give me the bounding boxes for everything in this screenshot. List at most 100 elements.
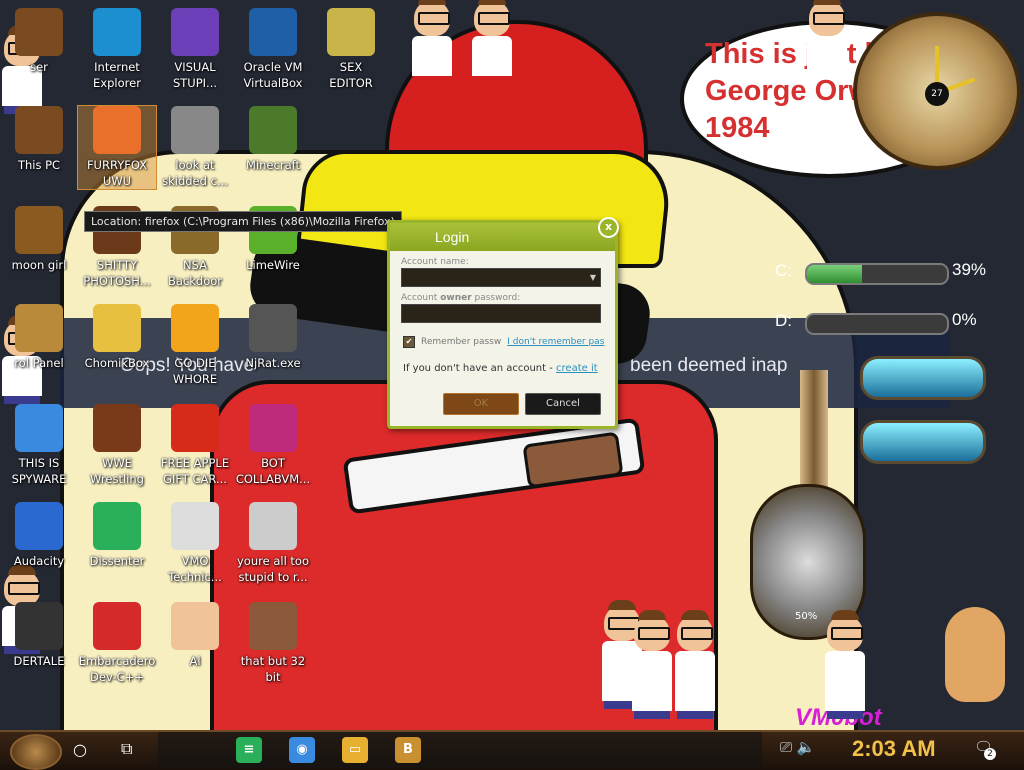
network-icon[interactable]: ⎚ (780, 738, 792, 756)
pipe-glass-bottom (860, 420, 986, 464)
desktop-icon-label: rol Panel (14, 356, 64, 370)
login-title: Login (435, 229, 470, 245)
gauge-percent: 50% (795, 611, 818, 622)
desktop-icon[interactable]: THIS IS SPYWARE (0, 404, 78, 487)
character-decoration (805, 0, 849, 80)
chrome-icon (15, 404, 63, 452)
portrait-icon (249, 502, 297, 550)
desktop-icon[interactable]: Al (156, 602, 234, 669)
search-icon[interactable]: ○ (73, 740, 87, 759)
cancel-button[interactable]: Cancel (525, 393, 601, 415)
painting-icon (249, 602, 297, 650)
desktop-icon-label: FURRYFOX UWU (86, 158, 148, 188)
notification-icon[interactable]: 🗨 2 (974, 738, 996, 760)
desktop-icon-label: DERTALE (13, 654, 65, 668)
user-folder-icon (15, 8, 63, 56)
desktop-icon[interactable]: Minecraft (234, 106, 312, 173)
forgot-password-link[interactable]: I don't remember pas (507, 337, 604, 347)
chomikbox-icon (93, 304, 141, 352)
desktop-icon-label: NjRat.exe (245, 356, 301, 370)
pipe-glass-top (860, 356, 986, 400)
edge-icon (93, 8, 141, 56)
start-button[interactable] (10, 734, 62, 770)
chomikbox-taskbar-icon[interactable]: B (395, 737, 421, 763)
disk-c-meter: C: 39% (765, 257, 1010, 287)
desktop-icon[interactable]: moon girl (0, 206, 78, 273)
disk-c-label: C: (775, 261, 792, 280)
icon-location-tooltip: Location: firefox (C:\Program Files (x86… (84, 211, 402, 232)
doctor-icon (171, 502, 219, 550)
desktop-icon-label: VMO Technic... (168, 554, 222, 584)
desktop-icon[interactable]: Internet Explorer (78, 8, 156, 91)
desktop-icon[interactable]: FREE APPLE GIFT CAR... (156, 404, 234, 487)
password-label-post: password: (471, 293, 521, 303)
account-name-dropdown[interactable]: ▼ (401, 268, 601, 287)
desktop-icon[interactable]: VISUAL STUPI... (156, 8, 234, 91)
remember-checkbox[interactable]: ✔ (403, 336, 415, 348)
visual-studio-icon (171, 8, 219, 56)
apple-icon (171, 404, 219, 452)
character-decoration (673, 610, 717, 730)
desktop-icon[interactable]: FURRYFOX UWU (77, 105, 157, 190)
dissenter-taskbar-icon[interactable]: ≡ (236, 737, 262, 763)
chevron-down-icon[interactable]: ▼ (590, 273, 596, 282)
desktop-icon[interactable]: GO DIE WHORE (156, 304, 234, 387)
desktop-icon[interactable]: DERTALE (0, 602, 78, 669)
taskbar-clock[interactable]: 2:03 AM (852, 736, 936, 762)
desktop-icon[interactable]: Dissenter (78, 502, 156, 569)
ok-button[interactable]: OK (443, 393, 519, 415)
login-button-row: OK Cancel (443, 393, 601, 415)
dissenter-icon (93, 502, 141, 550)
desktop-icon-label: FREE APPLE GIFT CAR... (160, 456, 230, 486)
login-titlebar[interactable]: Login (390, 223, 615, 251)
disk-d-tube (805, 313, 949, 335)
desktop-icon[interactable]: Embarcadero Dev-C++ (78, 602, 156, 685)
desktop-icon[interactable]: BOT COLLABVM... (234, 404, 312, 487)
desktop-icon[interactable]: NjRat.exe (234, 304, 312, 371)
desktop-icon-label: Al (189, 654, 201, 668)
copy-icon (171, 106, 219, 154)
desktop-icon[interactable]: rol Panel (0, 304, 78, 371)
taskbar-apps: ≡ ◉ ▭ B (158, 732, 762, 768)
desktop-icon[interactable]: VMO Technic... (156, 502, 234, 585)
desktop-icon-label: GO DIE WHORE (172, 356, 218, 386)
desktop-icon[interactable]: Oracle VM VirtualBox (234, 8, 312, 91)
desktop-icon-label: SHITTY PHOTOSH... (83, 258, 151, 288)
create-account-link[interactable]: create it (556, 363, 598, 374)
disk-c-tube (805, 263, 949, 285)
desktop-icon[interactable]: look at skidded c... (156, 106, 234, 189)
remember-label: Remember passw (421, 337, 502, 347)
character-decoration (630, 610, 674, 730)
desktop-icon-label: BOT COLLABVM... (235, 456, 311, 486)
disk-d-percent: 0% (952, 310, 977, 329)
tv-icon (93, 404, 141, 452)
account-name-label: Account name: (401, 257, 469, 267)
skull-icon (249, 304, 297, 352)
steampunk-clock-widget[interactable]: 27 (853, 12, 1021, 170)
task-view-icon[interactable]: ⧉ (121, 739, 132, 759)
box-icon (15, 206, 63, 254)
owner-password-field[interactable] (401, 304, 601, 323)
chrome-taskbar-icon[interactable]: ◉ (289, 737, 315, 763)
desktop-icon[interactable]: ChomikBox (78, 304, 156, 371)
computer-icon (15, 106, 63, 154)
hamster-decoration (945, 607, 1005, 702)
no-account-text: If you don't have an account - (403, 363, 557, 374)
volume-icon[interactable]: 🔈 (797, 738, 816, 756)
desktop-icon[interactable]: Audacity (0, 502, 78, 569)
desktop-icon[interactable]: WWE Wrestling (78, 404, 156, 487)
desktop-icon[interactable]: SEX EDITOR (312, 8, 390, 91)
desktop-icon[interactable]: that but 32 bit (234, 602, 312, 685)
audacity-icon (15, 502, 63, 550)
desktop-icon[interactable]: ser (0, 8, 78, 75)
desktop-icon-label: LimeWire (246, 258, 300, 272)
close-icon[interactable]: x (598, 217, 619, 238)
desktop-icon-label: youre all too stupid to r... (236, 554, 309, 584)
password-label-pre: Account (401, 293, 441, 303)
desktop-icon[interactable]: youre all too stupid to r... (234, 502, 312, 585)
desktop-icon[interactable]: This PC (0, 106, 78, 173)
wallpaper-banner-text-right: been deemed inap (630, 355, 788, 376)
notification-count: 2 (984, 748, 996, 760)
folder-taskbar-icon[interactable]: ▭ (342, 737, 368, 763)
disk-c-percent: 39% (952, 260, 987, 279)
